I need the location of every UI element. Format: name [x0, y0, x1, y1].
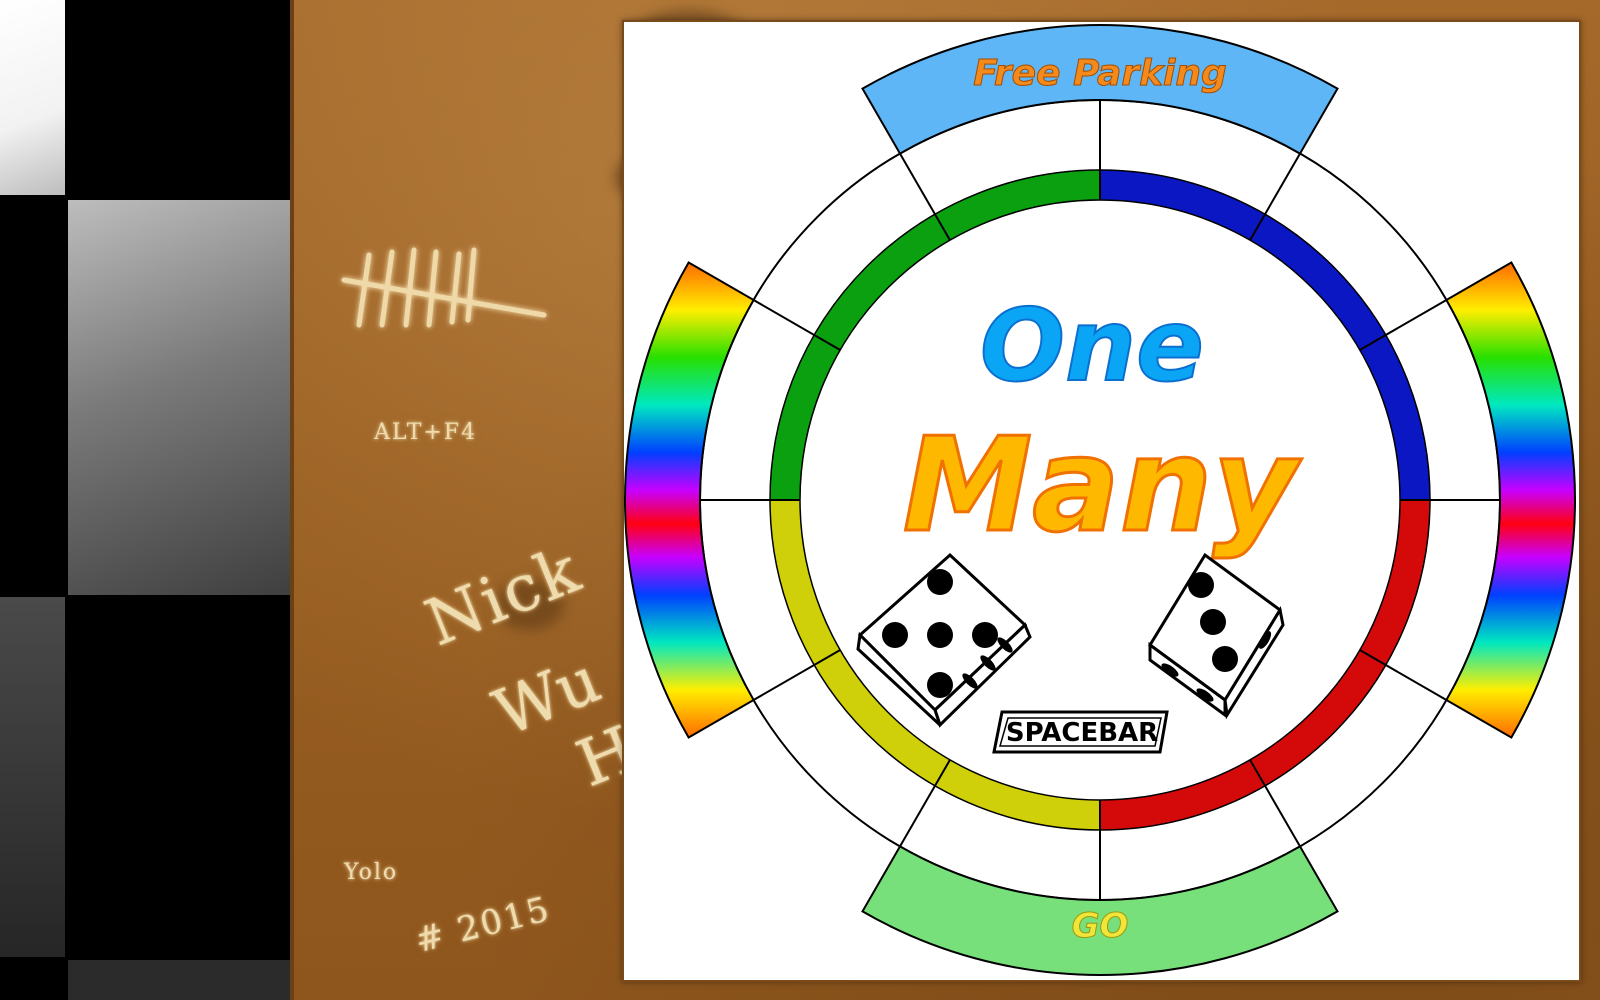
game-screen: ALT+F4 Nick Wu H Yolo # 2015 Free Parkin…: [0, 0, 1600, 1000]
spacebar-key-label: SPACEBAR: [1006, 718, 1158, 748]
title-many: Many: [903, 409, 1303, 561]
spacebar-key-button[interactable]: SPACEBAR: [992, 710, 1169, 754]
game-board: Free Parking GO One Many SPACEBAR: [624, 24, 1576, 976]
free-parking-label: Free Parking: [973, 53, 1227, 94]
go-label: GO: [1072, 906, 1129, 946]
title-one: One: [980, 287, 1204, 404]
